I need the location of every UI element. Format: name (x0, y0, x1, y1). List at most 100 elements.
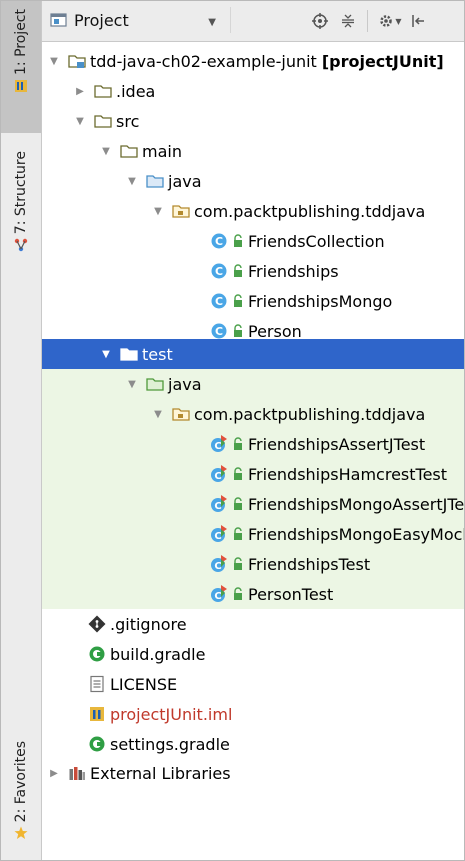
expanded-arrow-icon[interactable]: ▼ (152, 206, 164, 217)
tree-label: com.packtpublishing.tddjava (194, 404, 426, 424)
tree-label: External Libraries (90, 763, 231, 783)
tree-row-test-class[interactable]: C FriendshipsHamcrestTest (42, 459, 464, 489)
view-selector[interactable]: Project ▼ (50, 7, 231, 33)
collapsed-arrow-icon[interactable]: ▶ (74, 86, 86, 97)
tree-label: src (116, 111, 140, 131)
lock-open-icon (234, 587, 242, 600)
lock-open-icon (234, 497, 242, 510)
tab-structure-label: 7: Structure (13, 151, 29, 235)
tree-row-test-class[interactable]: C FriendshipsMongoEasyMockTest (42, 519, 464, 549)
chevron-down-icon: ▼ (395, 16, 402, 26)
class-icon: C (211, 233, 227, 249)
gradle-icon (89, 736, 105, 752)
tree-row-gitignore[interactable]: .gitignore (42, 609, 464, 639)
test-class-icon: C (211, 465, 227, 482)
tree-row-build-gradle[interactable]: build.gradle (42, 639, 464, 669)
expanded-arrow-icon[interactable]: ▼ (126, 176, 138, 187)
lock-open-icon (234, 467, 242, 480)
tree-label: .idea (116, 81, 156, 101)
root-project-module: [projectJUnit] (321, 51, 444, 71)
svg-text:C: C (215, 325, 223, 338)
expanded-arrow-icon[interactable]: ▼ (48, 56, 60, 67)
expanded-arrow-icon[interactable]: ▼ (100, 146, 112, 157)
tree-label: FriendshipsTest (248, 554, 371, 574)
chevron-down-icon: ▼ (208, 17, 216, 28)
root-project-name: tdd-java-ch02-example-junit (90, 51, 317, 71)
tree-label: FriendshipsMongoEasyMockTest (248, 524, 464, 544)
tree-row-test-class[interactable]: C FriendshipsTest (42, 549, 464, 579)
tree-label: test (142, 344, 173, 364)
tree-row-test-class[interactable]: C FriendshipsMongoAssertJTest (42, 489, 464, 519)
expanded-arrow-icon[interactable]: ▼ (100, 349, 112, 360)
class-icon: C (211, 293, 227, 309)
test-class-icon: C (211, 585, 227, 602)
tree-label: .gitignore (110, 614, 187, 634)
tree-row-test-java[interactable]: ▼ java (42, 369, 464, 399)
test-class-icon: C (211, 555, 227, 572)
tree-row-test[interactable]: ▼ test (42, 339, 464, 369)
settings-button[interactable]: ▼ (376, 11, 404, 31)
tree-label: LICENSE (110, 674, 178, 694)
tree-row-main-java[interactable]: ▼ java (42, 166, 464, 196)
svg-text:C: C (215, 265, 223, 278)
tab-structure[interactable]: 7: Structure (1, 151, 41, 291)
tree-row-iml[interactable]: projectJUnit.iml (42, 699, 464, 729)
tab-project-label: 1: Project (13, 9, 29, 75)
module-file-icon (90, 707, 104, 721)
lock-open-icon (234, 437, 242, 450)
tree-row-class[interactable]: C FriendshipsMongo (42, 286, 464, 316)
gear-icon (380, 15, 393, 27)
lock-open-icon (234, 264, 242, 277)
svg-text:C: C (214, 591, 221, 602)
expanded-arrow-icon[interactable]: ▼ (126, 379, 138, 390)
lock-open-icon (234, 557, 242, 570)
lock-open-icon (234, 234, 242, 247)
module-folder-icon (68, 55, 86, 68)
tree-label: FriendshipsHamcrestTest (248, 464, 448, 484)
header-divider (367, 10, 368, 32)
tree-row-main[interactable]: ▼ main (42, 136, 464, 166)
tree-label: java (168, 374, 202, 394)
collapse-all-button[interactable] (338, 11, 358, 31)
tree-label: Person (248, 321, 302, 341)
folder-icon (120, 348, 138, 361)
tree-row-settings-gradle[interactable]: settings.gradle (42, 729, 464, 759)
tree-label: FriendshipsMongo (248, 291, 393, 311)
package-icon (172, 408, 190, 421)
source-folder-icon (146, 175, 164, 188)
git-icon (88, 615, 106, 633)
class-icon: C (211, 323, 227, 339)
svg-text:C: C (215, 295, 223, 308)
tree-label: main (142, 141, 182, 161)
tree-row-license[interactable]: LICENSE (42, 669, 464, 699)
tree-label: PersonTest (248, 584, 334, 604)
tree-row-test-class[interactable]: C FriendshipsAssertJTest (42, 429, 464, 459)
expanded-arrow-icon[interactable]: ▼ (152, 409, 164, 420)
hide-button[interactable] (408, 11, 428, 31)
tree-row-src[interactable]: ▼ src (42, 106, 464, 136)
lock-open-icon (234, 527, 242, 540)
collapsed-arrow-icon[interactable]: ▶ (48, 768, 60, 779)
lock-open-icon (234, 294, 242, 307)
tree-row-root[interactable]: ▼ tdd-java-ch02-example-junit [projectJU… (42, 46, 464, 76)
tree-label: FriendshipsAssertJTest (248, 434, 426, 454)
tree-row-main-package[interactable]: ▼ com.packtpublishing.tddjava (42, 196, 464, 226)
tree-row-test-package[interactable]: ▼ com.packtpublishing.tddjava (42, 399, 464, 429)
tree-row-external-libraries[interactable]: ▶ External Libraries (42, 758, 464, 788)
test-class-icon: C (211, 435, 227, 452)
project-view-icon (50, 13, 67, 27)
package-icon (172, 205, 190, 218)
library-icon (69, 767, 85, 780)
tree-row-class[interactable]: C FriendsCollection (42, 226, 464, 256)
svg-text:C: C (214, 561, 221, 572)
tab-project[interactable]: 1: Project (1, 1, 41, 133)
tree-row-idea[interactable]: ▶ .idea (42, 76, 464, 106)
tool-window-strip: 1: Project 7: Structure 2: Favorites (1, 1, 42, 860)
svg-text:C: C (214, 471, 221, 482)
structure-icon (14, 239, 28, 252)
tab-favorites[interactable]: 2: Favorites (1, 741, 41, 860)
tree-row-test-class[interactable]: C PersonTest (42, 579, 464, 609)
scroll-from-source-button[interactable] (310, 11, 330, 31)
tree-row-class[interactable]: C Friendships (42, 256, 464, 286)
expanded-arrow-icon[interactable]: ▼ (74, 116, 86, 127)
